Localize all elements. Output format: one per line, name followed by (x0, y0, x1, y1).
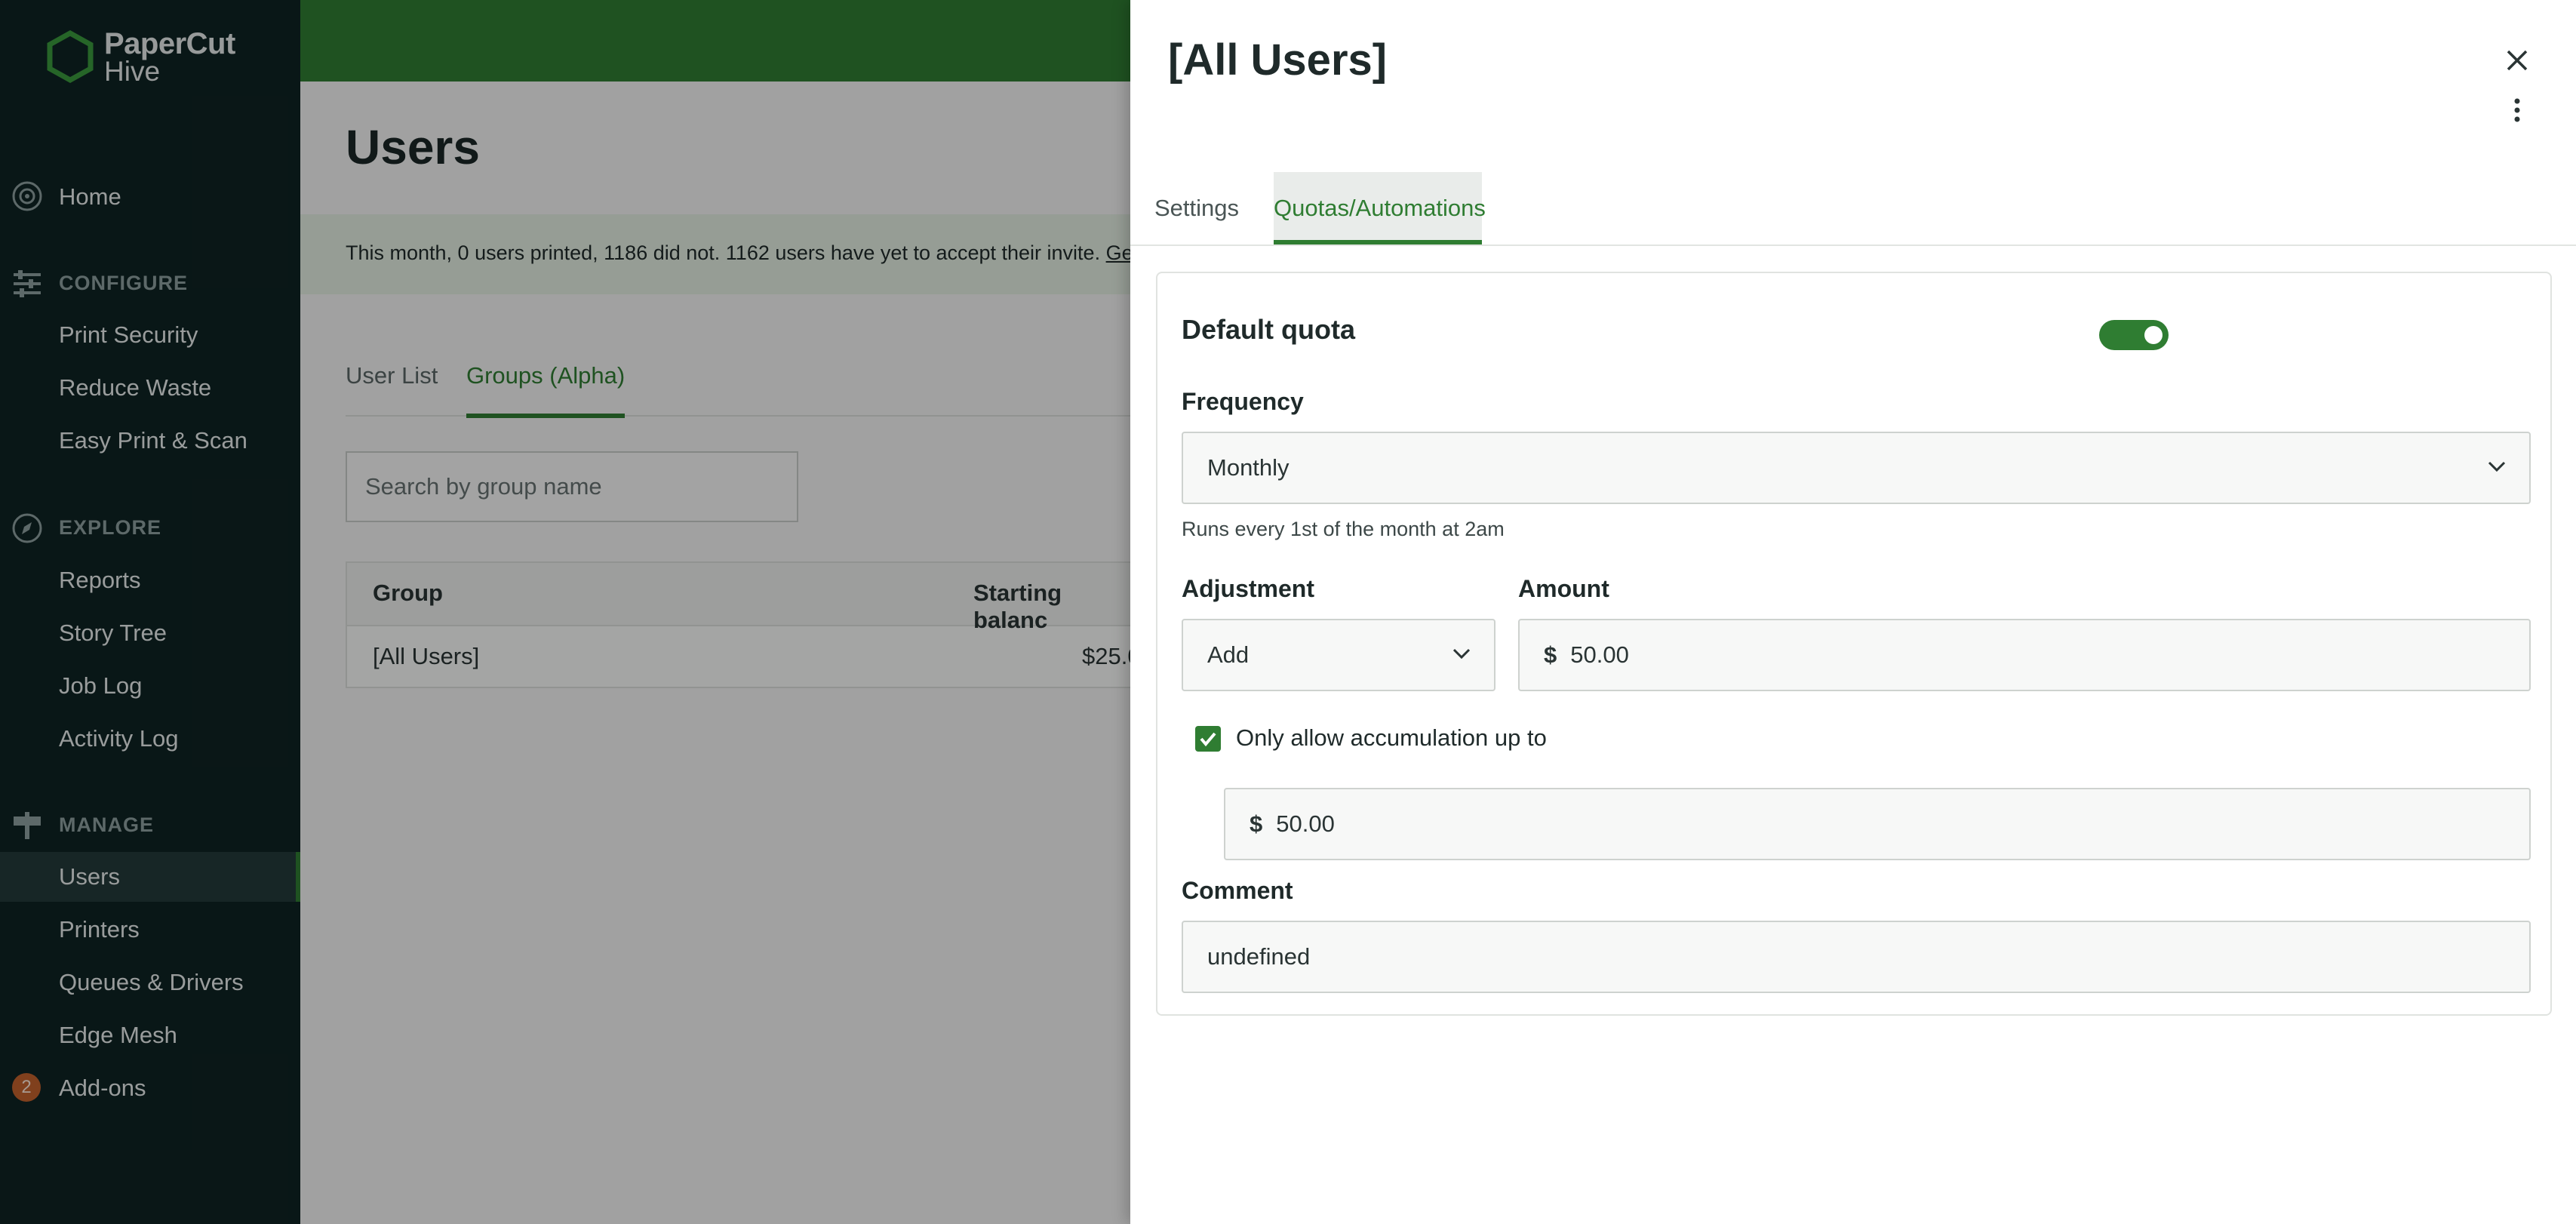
drawer-title: [All Users] (1168, 35, 1388, 85)
accumulation-value: 50.00 (1276, 810, 1335, 837)
chevron-down-icon (2488, 461, 2506, 472)
amount-label: Amount (1518, 575, 1609, 602)
adjustment-label: Adjustment (1182, 575, 1314, 602)
group-drawer: [All Users] Settings Quotas/Automations … (1130, 0, 2576, 1224)
comment-label: Comment (1182, 877, 1293, 904)
accumulation-limit-input[interactable]: $50.00 (1224, 788, 2531, 860)
adjustment-value: Add (1207, 641, 1250, 668)
comment-value: undefined (1207, 943, 1311, 970)
amount-value: 50.00 (1570, 641, 1629, 668)
amount-input[interactable]: $50.00 (1518, 619, 2531, 691)
frequency-hint: Runs every 1st of the month at 2am (1182, 518, 1505, 540)
default-quota-card: Default quota Frequency Monthly Runs eve… (1156, 272, 2552, 1016)
frequency-select[interactable]: Monthly (1182, 432, 2531, 504)
drawer-tabs: Settings Quotas/Automations (1130, 172, 2576, 246)
tab-quotas-automations[interactable]: Quotas/Automations (1274, 172, 1486, 244)
tab-settings[interactable]: Settings (1154, 172, 1239, 244)
modal-backdrop[interactable] (0, 0, 1130, 1224)
frequency-value: Monthly (1207, 454, 1290, 481)
toggle-knob (2144, 326, 2163, 344)
accumulation-label[interactable]: Only allow accumulation up to (1236, 724, 1547, 752)
chevron-down-icon (1452, 648, 1471, 660)
adjustment-select[interactable]: Add (1182, 619, 1495, 691)
accumulation-checkbox[interactable] (1195, 726, 1221, 752)
frequency-label: Frequency (1182, 388, 1304, 415)
close-icon[interactable] (2502, 45, 2532, 75)
default-quota-label: Default quota (1182, 314, 1355, 345)
more-options-icon[interactable] (2508, 94, 2526, 127)
checkmark-icon (1200, 732, 1216, 747)
comment-input[interactable]: undefined (1182, 921, 2531, 993)
currency-symbol: $ (1544, 641, 1557, 668)
default-quota-toggle[interactable] (2099, 320, 2169, 350)
currency-symbol: $ (1250, 810, 1263, 837)
